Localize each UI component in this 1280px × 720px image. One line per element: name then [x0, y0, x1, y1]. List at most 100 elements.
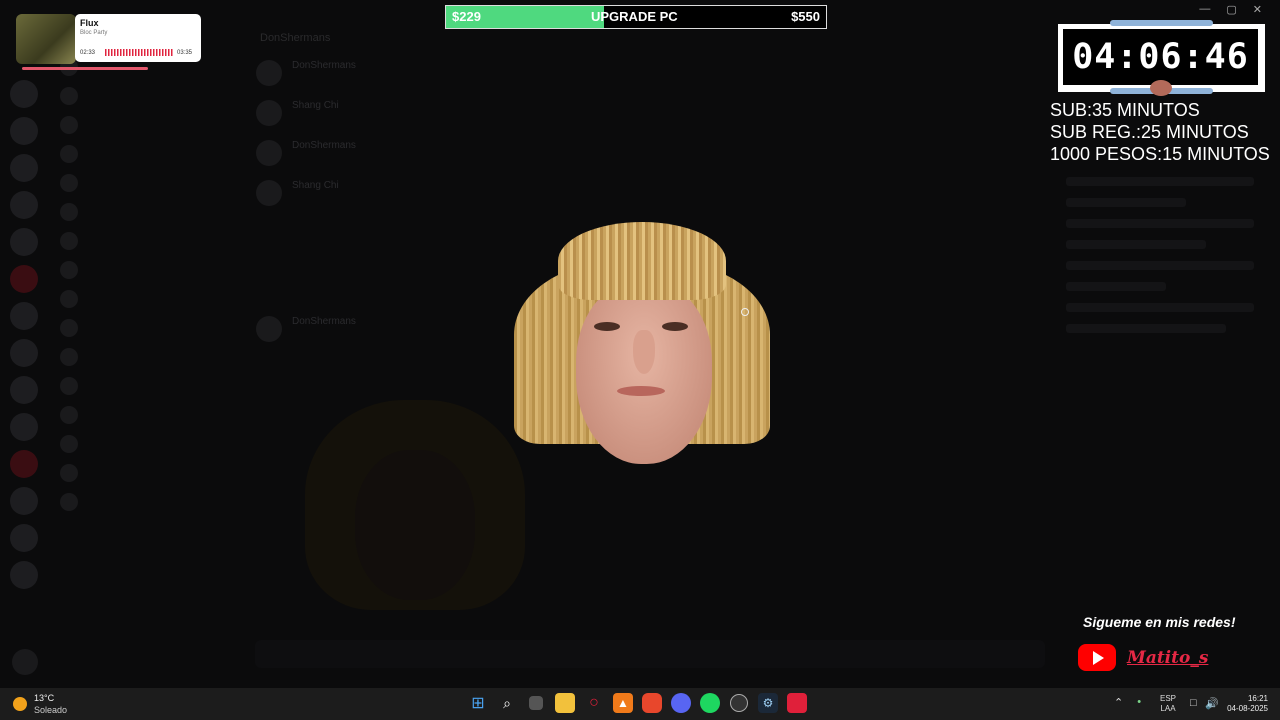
mouse-cursor: [741, 308, 749, 316]
dm-item[interactable]: [60, 232, 238, 250]
server-icon[interactable]: [10, 561, 38, 589]
discord-icon[interactable]: [671, 693, 691, 713]
dm-item[interactable]: [60, 406, 238, 424]
spotify-icon[interactable]: [700, 693, 720, 713]
language-indicator[interactable]: ESP LAA: [1160, 694, 1176, 714]
message-input[interactable]: [255, 640, 1045, 668]
opera-icon[interactable]: ○: [584, 693, 604, 713]
server-icon[interactable]: [10, 265, 38, 293]
dm-item[interactable]: [60, 377, 238, 395]
microphone-icon[interactable]: •: [1137, 696, 1141, 709]
donation-goal-bar: $229 UPGRADE PC $550: [445, 5, 827, 29]
dm-item[interactable]: [60, 174, 238, 192]
avatar[interactable]: [256, 180, 282, 206]
server-icon[interactable]: [10, 413, 38, 441]
clock-date: 04-08-2025: [1227, 704, 1268, 713]
track-duration: 03:35: [177, 50, 193, 56]
server-icon[interactable]: [10, 228, 38, 256]
faded-webcam-image: [305, 400, 525, 610]
server-icon[interactable]: [10, 450, 38, 478]
album-art: [16, 14, 76, 64]
steam-icon[interactable]: ⚙: [758, 693, 778, 713]
track-artist: Bloc Party: [80, 30, 108, 36]
taskbar-apps: ⊞ ⌕ ○ ▲ ⚙: [468, 693, 807, 713]
rate-line: SUB REG.:25 MINUTOS: [1050, 122, 1249, 142]
dm-item[interactable]: [60, 203, 238, 221]
dm-item[interactable]: [60, 261, 238, 279]
message-author[interactable]: DonShermans: [292, 60, 356, 71]
chevron-up-icon[interactable]: ⌃: [1114, 696, 1123, 709]
system-tray: ⌃ •: [1114, 696, 1141, 709]
minimize-icon[interactable]: ―: [1199, 3, 1210, 16]
elapsed-time: 02:33: [80, 50, 96, 56]
left-eye: [594, 322, 620, 331]
dm-item[interactable]: [60, 493, 238, 511]
dm-item[interactable]: [60, 348, 238, 366]
clock-time: 16:21: [1247, 694, 1268, 703]
avatar[interactable]: [256, 316, 282, 342]
timer-decoration-top: [1110, 20, 1213, 26]
subathon-rates: SUB:35 MINUTOS SUB REG.:25 MINUTOS 1000 …: [1050, 99, 1270, 165]
server-icon[interactable]: [10, 80, 38, 108]
sun-icon[interactable]: [13, 697, 27, 711]
weather-condition[interactable]: Soleado: [34, 705, 67, 715]
avatar[interactable]: [256, 100, 282, 126]
avatar[interactable]: [12, 649, 38, 675]
dm-item[interactable]: [60, 87, 238, 105]
server-icon[interactable]: [10, 376, 38, 404]
volume-icon[interactable]: 🔊: [1205, 697, 1219, 710]
file-explorer-icon[interactable]: [555, 693, 575, 713]
server-icon[interactable]: [10, 191, 38, 219]
system-clock[interactable]: 16:21 04-08-2025: [1226, 694, 1268, 714]
brave-icon[interactable]: [642, 693, 662, 713]
youtube-icon: [1078, 644, 1116, 671]
dm-item[interactable]: [60, 290, 238, 308]
rate-line: SUB:35 MINUTOS: [1050, 100, 1200, 120]
server-rail: [8, 80, 42, 598]
avatar[interactable]: [256, 140, 282, 166]
keyboard-layout: LAA: [1160, 704, 1176, 713]
waveform-icon: [105, 49, 173, 56]
track-title: Flux: [80, 18, 99, 28]
dm-item[interactable]: [60, 435, 238, 453]
dm-item[interactable]: [60, 145, 238, 163]
dm-item[interactable]: [60, 116, 238, 134]
dm-list: [52, 58, 238, 660]
close-icon[interactable]: ✕: [1253, 3, 1262, 16]
server-icon[interactable]: [10, 487, 38, 515]
server-icon[interactable]: [10, 302, 38, 330]
server-icon[interactable]: [10, 154, 38, 182]
server-icon[interactable]: [10, 117, 38, 145]
maximize-icon[interactable]: ▢: [1226, 3, 1236, 16]
right-eye: [662, 322, 688, 331]
goal-target: $550: [791, 9, 820, 24]
avatar[interactable]: [256, 60, 282, 86]
mouth: [617, 386, 665, 396]
chat-header: DonShermans: [260, 32, 331, 44]
chat-message: Shang Chi: [256, 100, 1044, 126]
message-author[interactable]: Shang Chi: [292, 180, 339, 191]
server-icon[interactable]: [10, 339, 38, 367]
chat-message: DonShermans: [256, 140, 1044, 166]
social-title: Sigueme en mis redes!: [1083, 614, 1236, 630]
network-icon[interactable]: □: [1190, 697, 1197, 709]
dm-item[interactable]: [60, 464, 238, 482]
search-icon[interactable]: ⌕: [497, 693, 517, 713]
message-author[interactable]: Shang Chi: [292, 100, 339, 111]
app-red-icon[interactable]: [787, 693, 807, 713]
message-author[interactable]: DonShermans: [292, 316, 356, 327]
windows-start-icon[interactable]: ⊞: [468, 693, 488, 713]
dm-item[interactable]: [60, 319, 238, 337]
nose: [633, 330, 655, 374]
social-handle: Matito_s: [1127, 648, 1209, 668]
weather-temp[interactable]: 13°C: [34, 693, 54, 703]
server-icon[interactable]: [10, 524, 38, 552]
message-author[interactable]: DonShermans: [292, 140, 356, 151]
vlc-icon[interactable]: ▲: [613, 693, 633, 713]
window-controls: ― ▢ ✕: [1199, 3, 1262, 16]
now-playing-card: Flux Bloc Party 02:33 03:35: [75, 14, 201, 62]
taskbar: 13°C Soleado ⊞ ⌕ ○ ▲ ⚙ ⌃ • ESP LAA □ 🔊 1…: [0, 688, 1280, 720]
task-view-icon[interactable]: [529, 696, 543, 710]
user-panel: [8, 645, 238, 681]
obs-icon[interactable]: [730, 694, 748, 712]
